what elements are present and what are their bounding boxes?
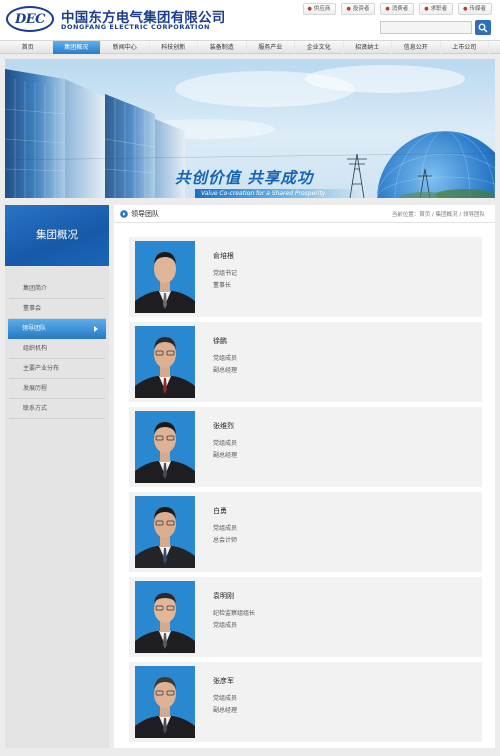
leader-photo[interactable] [135,496,195,568]
leader-role: 党组成员 [213,440,238,447]
nav-manufacturing[interactable]: 装备制造 [198,41,247,54]
leader-role: 总会计师 [213,537,238,544]
sidebar-item-organization[interactable]: 组织机构 [9,339,105,359]
leader-name: 张彦军 [213,677,234,685]
nav-culture[interactable]: 企业文化 [295,41,344,54]
nav-services[interactable]: 服务产业 [247,41,295,54]
quick-link-investor[interactable]: ● 投资者 [341,3,376,15]
quick-link-jobseeker[interactable]: ● 求职者 [419,3,454,15]
leader-role: 董事长 [213,282,232,289]
nav-news[interactable]: 新闻中心 [101,41,150,54]
search-input[interactable] [380,21,472,34]
nav-disclosure[interactable]: 信息公开 [392,41,441,54]
leader-role: 副总经理 [213,367,238,374]
site-header: DEC 中国东方电气集团有限公司 DONGFANG ELECTRIC CORPO… [0,0,500,40]
sidebar-item-contact[interactable]: 联系方式 [9,399,105,419]
leader-card: 徐鹏 党组成员 副总经理 [129,322,482,402]
leader-photo[interactable] [135,411,195,483]
leader-photo[interactable] [135,581,195,653]
main-nav: 首页 集团概况 新闻中心 科技创新 装备制造 服务产业 企业文化 招贤纳士 信息… [0,40,500,54]
nav-home[interactable]: 首页 [4,41,53,54]
search-button[interactable] [475,20,491,35]
leader-role: 党组成员 [213,695,238,702]
leader-card: 张彦军 党组成员 副总经理 [129,662,482,742]
leader-photo[interactable] [135,326,195,398]
nav-group-overview[interactable]: 集团概况 [52,41,101,54]
nav-innovation[interactable]: 科技创新 [150,41,198,54]
leader-role: 副总经理 [213,452,238,459]
leader-role: 党组书记 [213,270,238,277]
section-arrow-icon [120,210,128,218]
search-icon [478,23,488,33]
sidebar-item-industry[interactable]: 主要产业分布 [9,359,105,379]
sidebar-header: 集团概况 [5,205,109,266]
leader-name: 白勇 [213,507,227,515]
nav-listed-company[interactable]: 上市公司 [441,41,489,54]
leader-name: 俞培根 [213,252,234,260]
quick-link-media[interactable]: ● 传媒者 [458,3,492,15]
leader-card: 白勇 党组成员 总会计师 [129,492,482,572]
breadcrumb: 当前位置：首页 / 集团概况 / 领导团队 [391,212,485,218]
banner-slogan-en: Value Co-creation for a Shared Prosperit… [201,190,326,197]
sidebar-item-leadership[interactable]: 领导团队 [8,319,106,339]
leader-role: 党组成员 [213,355,238,362]
sidebar-item-board[interactable]: 董事会 [9,299,105,319]
dec-logo[interactable]: DEC [6,6,54,32]
company-name-en: DONGFANG ELECTRIC CORPORATION [61,23,211,31]
quick-links: ● 供应商 ● 投资者 ● 消费者 ● 求职者 ● 传媒者 [302,3,492,15]
nav-careers[interactable]: 招贤纳士 [344,41,392,54]
quick-link-consumer[interactable]: ● 消费者 [380,3,415,15]
leader-photo[interactable] [135,241,195,313]
leader-name: 徐鹏 [213,337,227,345]
leader-card: 俞培根 党组书记 董事长 [129,237,482,317]
sidebar-item-history[interactable]: 发展历程 [9,379,105,399]
leader-role: 党组成员 [213,622,238,629]
chevron-right-icon [94,326,98,332]
sidebar: 集团概况 集团简介 董事会 领导团队 组织机构 主要产业分布 发展历程 联系方式 [5,205,109,748]
leader-name: 张维烈 [213,422,234,430]
content-title: 领导团队 [131,210,159,218]
logo-abbr: DEC [14,11,46,27]
quick-link-supplier[interactable]: ● 供应商 [302,3,337,15]
leader-card: 张维烈 党组成员 副总经理 [129,407,482,487]
hero-banner: 共创价值 共享成功 Value Co-creation for a Shared… [5,59,495,198]
sidebar-title: 集团概况 [36,229,78,241]
sidebar-item-label: 领导团队 [22,325,47,332]
leader-role: 副总经理 [213,707,238,714]
main-content: 领导团队 当前位置：首页 / 集团概况 / 领导团队 俞培根 党组书记 董事长 [114,205,495,748]
banner-slogan-cn: 共创价值 共享成功 [175,169,314,187]
sidebar-item-intro[interactable]: 集团简介 [9,279,105,299]
leader-card: 袁明刚 纪检监察组组长 党组成员 [129,577,482,657]
leader-role: 纪检监察组组长 [213,610,256,617]
leader-name: 袁明刚 [213,592,234,600]
leader-role: 党组成员 [213,525,238,532]
content-header: 领导团队 当前位置：首页 / 集团概况 / 领导团队 [114,205,495,223]
leader-photo[interactable] [135,666,195,738]
sidebar-menu: 集团简介 董事会 领导团队 组织机构 主要产业分布 发展历程 联系方式 [5,279,109,419]
